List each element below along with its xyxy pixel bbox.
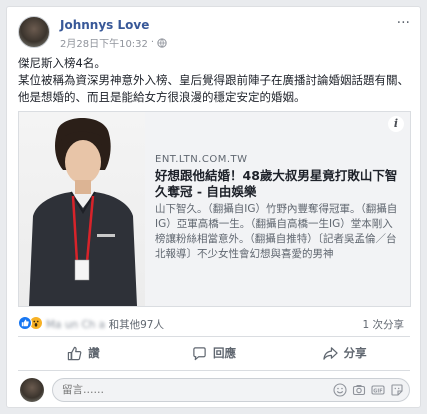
post-text-line-1: 傑尼斯入榜4名。 bbox=[18, 56, 106, 70]
person-photo bbox=[29, 118, 137, 306]
share-arrow-icon bbox=[323, 346, 338, 360]
reaction-names[interactable]: Ma un Ch a 和其他97人 bbox=[46, 317, 164, 332]
comment-tools: GIF bbox=[333, 383, 404, 397]
author-avatar[interactable] bbox=[18, 16, 50, 48]
post-text-line-2: 某位被稱為資深男神意外入榜、皇后覺得跟前陣子在廣播討論婚姻話題有關、他是想婚的、… bbox=[18, 73, 409, 104]
link-thumbnail[interactable] bbox=[19, 112, 145, 306]
comment-label: 回應 bbox=[213, 346, 236, 360]
info-icon[interactable]: i bbox=[388, 116, 404, 132]
reaction-icons[interactable] bbox=[18, 316, 43, 330]
meta-separator: · bbox=[150, 37, 155, 48]
emoji-icon[interactable] bbox=[333, 383, 347, 397]
share-count[interactable]: 1 次分享 bbox=[362, 317, 404, 332]
share-label: 分享 bbox=[343, 346, 367, 360]
commenter-avatar bbox=[20, 378, 44, 402]
post-timestamp[interactable]: 2月28日下午10:32 bbox=[60, 35, 148, 50]
post-header: Johnnys Love 2月28日下午10:32 · ··· bbox=[18, 16, 410, 50]
post-text: 傑尼斯入榜4名。 某位被稱為資深男神意外入榜、皇后覺得跟前陣子在廣播討論婚姻話題… bbox=[18, 55, 410, 106]
more-options-icon[interactable]: ··· bbox=[397, 16, 410, 30]
author-name[interactable]: Johnnys Love bbox=[60, 18, 149, 32]
link-description: 山下智久。（翻攝自IG）竹野內豐奪得冠軍。（翻攝自IG）亞軍高橋一生。（翻攝自高… bbox=[155, 203, 398, 260]
like-reaction-icon[interactable] bbox=[18, 316, 32, 330]
link-domain: ENT.LTN.COM.TW bbox=[155, 154, 248, 165]
like-button[interactable]: 讚 bbox=[18, 338, 149, 368]
gif-icon[interactable]: GIF bbox=[371, 383, 385, 397]
link-body[interactable]: ENT.LTN.COM.TW 好想跟他結婚！48歲大叔男星竟打敗山下智久奪冠 -… bbox=[155, 154, 402, 262]
camera-icon[interactable] bbox=[352, 383, 366, 397]
link-title[interactable]: 好想跟他結婚！48歲大叔男星竟打敗山下智久奪冠 - 自由娛樂 bbox=[155, 168, 402, 200]
svg-text:GIF: GIF bbox=[373, 388, 382, 394]
link-preview[interactable]: i ENT.LTN.COM.TW 好想跟他結婚！48歲大叔男星竟打敗山下智久奪冠… bbox=[18, 111, 411, 307]
reactions-bar: Ma un Ch a 和其他97人 1 次分享 bbox=[18, 315, 410, 333]
reaction-names-blurred: Ma un Ch a bbox=[46, 319, 106, 331]
divider-bottom bbox=[18, 370, 410, 371]
like-label: 讚 bbox=[88, 346, 100, 360]
globe-icon[interactable] bbox=[157, 37, 167, 48]
action-bar: 讚 回應 分享 bbox=[18, 338, 410, 368]
thumbs-up-icon bbox=[67, 346, 82, 360]
post-card: Johnnys Love 2月28日下午10:32 · ··· 傑尼斯入榜4名。… bbox=[6, 6, 421, 408]
post-meta: 2月28日下午10:32 · bbox=[60, 35, 167, 50]
share-button[interactable]: 分享 bbox=[279, 338, 410, 368]
comment-icon bbox=[193, 346, 206, 360]
comment-button[interactable]: 回應 bbox=[149, 338, 280, 368]
reaction-others[interactable]: 和其他97人 bbox=[109, 319, 164, 331]
sticker-icon[interactable] bbox=[390, 383, 404, 397]
divider-top bbox=[18, 336, 410, 337]
comment-composer: GIF bbox=[18, 377, 410, 403]
